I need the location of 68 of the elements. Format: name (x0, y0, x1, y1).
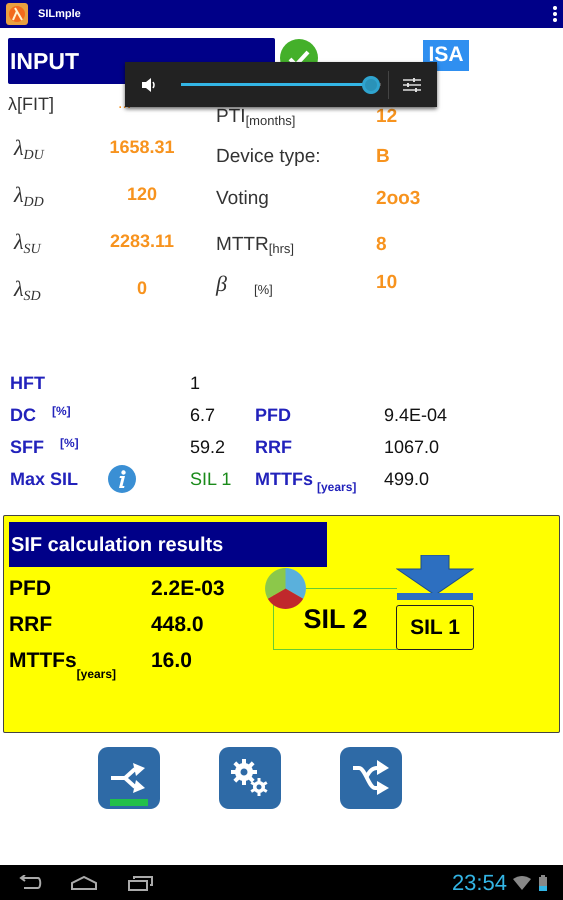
summary-value: 1 (190, 372, 202, 394)
param-label: β (216, 270, 228, 298)
lambda-label: λ$_{SU}$ (14, 228, 42, 258)
param-label: Device type: (216, 144, 321, 169)
max-sil: SIL 1 (396, 605, 474, 650)
param-value: B (376, 144, 390, 169)
volume-slider[interactable] (181, 74, 381, 94)
lambda-label: λ$_{SD}$ (14, 275, 42, 305)
home-icon[interactable] (70, 874, 98, 890)
results-header: SIF calculation results (9, 522, 327, 567)
app-title: SILmple (38, 6, 81, 22)
lambda-unit-label: λ[FIT] (8, 92, 55, 116)
unit-label: [%] (254, 280, 273, 299)
summary-label: PFD (255, 404, 291, 426)
app-logo-icon (6, 3, 28, 25)
lambda-value: 120 (126, 183, 158, 206)
overflow-menu-icon[interactable] (553, 6, 557, 22)
unit-label: [hrs] (268, 240, 294, 258)
pie-chart-icon (264, 567, 307, 610)
unit-label: [%] (52, 402, 71, 420)
summary-value: 1067.0 (384, 436, 440, 458)
summary-label: MTTFs (255, 468, 313, 490)
summary-value: SIL 1 (190, 468, 232, 490)
result-label: PFD (9, 576, 51, 602)
lambda-value: 0 (136, 277, 148, 300)
gears-button[interactable] (219, 747, 281, 809)
param-value: 12 (376, 104, 398, 129)
summary-label: Max SIL (10, 468, 78, 490)
param-label: Voting (216, 186, 269, 211)
summary-value: 59.2 (190, 436, 226, 458)
summary-label: DC (10, 404, 36, 426)
down-arrow-icon (396, 555, 474, 601)
lambda-value: 1658.31 (108, 136, 176, 159)
result-value: 2.2E-03 (151, 576, 225, 602)
clock: 23:54 (452, 869, 507, 897)
result-label: RRF (9, 612, 52, 638)
param-value: 2oo3 (376, 186, 420, 211)
summary-label: HFT (10, 372, 45, 394)
unit-label: [months] (246, 112, 296, 130)
wifi-icon (513, 876, 531, 890)
lambda-value: 2283.11 (108, 230, 176, 253)
lambda-label: λ$_{DD}$ (14, 181, 45, 211)
settings-sliders-icon[interactable] (403, 76, 421, 94)
shuffle-button[interactable] (340, 747, 402, 809)
param-value: 8 (376, 232, 387, 257)
result-value: 448.0 (151, 612, 204, 638)
info-icon[interactable] (107, 464, 137, 494)
battery-icon (539, 874, 547, 890)
shuffle-icon (351, 760, 391, 796)
summary-value: 499.0 (384, 468, 430, 490)
unit-label: [years] (76, 666, 116, 683)
summary-label: SFF (10, 436, 44, 458)
summary-value: 9.4E-04 (384, 404, 448, 426)
summary-value: 6.7 (190, 404, 216, 426)
unit-label: [years] (317, 478, 356, 496)
split-button[interactable] (98, 747, 160, 809)
result-value: 16.0 (151, 648, 192, 674)
param-label: PTI (216, 104, 246, 129)
result-label: MTTFs (9, 648, 77, 674)
recent-apps-icon[interactable] (128, 874, 154, 890)
lambda-label: λ$_{DU}$ (14, 134, 46, 164)
param-value: 10 (376, 270, 398, 295)
standard-badge[interactable]: ISA (423, 40, 469, 70)
param-label: MTTR (216, 232, 269, 257)
summary-label: RRF (255, 436, 292, 458)
unit-label: [%] (60, 434, 79, 452)
speaker-icon[interactable] (141, 76, 157, 92)
selected-indicator (110, 799, 148, 806)
